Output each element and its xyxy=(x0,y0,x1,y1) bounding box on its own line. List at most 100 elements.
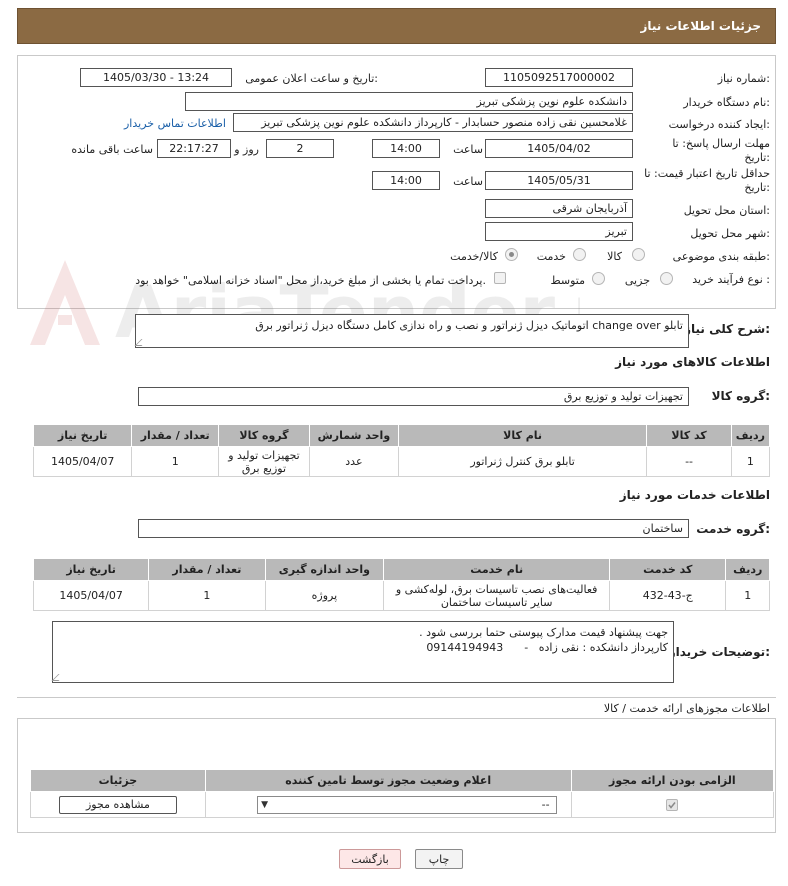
col-measure-unit: واحد اندازه گیری xyxy=(264,558,385,581)
category-label: طبقه بندی موضوعی: xyxy=(672,250,770,263)
services-group-label: گروه خدمت: xyxy=(696,522,770,536)
cell-permit-details: مشاهده مجوز xyxy=(30,791,206,818)
col-quantity: تعداد / مقدار xyxy=(148,558,266,581)
permit-status-value: -- xyxy=(541,798,550,811)
cell-goods-code: -- xyxy=(646,446,732,477)
goods-section-title: اطلاعات کالاهای مورد نیاز xyxy=(615,355,770,369)
chevron-down-icon: ▼ xyxy=(261,799,269,810)
buyer-notes-line-1: جهت پیشنهاد قیمت مدارک پیوستی حتما بررسی… xyxy=(419,626,668,639)
deadline-time-field[interactable]: 14:00 xyxy=(372,139,440,158)
days-label: روز و xyxy=(234,143,259,156)
services-section-title: اطلاعات خدمات مورد نیاز xyxy=(619,488,770,502)
col-goods-group: گروه کالا xyxy=(218,424,310,447)
category-goods-radio[interactable] xyxy=(632,248,645,261)
resize-grip-icon[interactable] xyxy=(51,674,66,681)
validity-time-label: ساعت xyxy=(453,175,483,188)
permit-required-checkbox[interactable] xyxy=(666,799,679,811)
col-row: ردیف xyxy=(725,558,770,581)
process-medium-radio[interactable] xyxy=(592,272,605,285)
category-service-label: خدمت xyxy=(536,250,566,263)
validity-label: حداقل تاریخ اعتبار قیمت: تا تاریخ: xyxy=(644,167,770,194)
process-label: نوع فرآیند خرید : xyxy=(692,273,770,286)
cell-goods-name: تابلو برق کنترل ژنراتور xyxy=(397,446,648,477)
category-both-radio[interactable] xyxy=(505,248,518,261)
city-field[interactable]: تبریز xyxy=(485,222,633,241)
cell-service-code: ج-43-432 xyxy=(609,580,727,611)
cell-need-date: 1405/04/07 xyxy=(32,446,133,477)
city-label: شهر محل تحویل: xyxy=(690,227,770,240)
services-table-header: ردیف کد خدمت نام خدمت واحد اندازه گیری ت… xyxy=(32,558,770,581)
check-icon xyxy=(668,802,676,809)
days-field[interactable]: 2 xyxy=(266,139,334,158)
buyer-notes-line-2: کارپرداز دانشکده : نقی زاده - 0914419494… xyxy=(426,641,668,654)
goods-group-label: گروه کالا: xyxy=(711,389,770,403)
category-goods-label: کالا xyxy=(607,250,622,263)
deadline-date-field[interactable]: 1405/04/02 xyxy=(485,139,633,158)
permits-section-title: اطلاعات مجوزهای ارائه خدمت / کالا xyxy=(603,702,770,715)
table-row: 1 ج-43-432 فعالیت‌های نصب تاسیسات برق، ل… xyxy=(32,580,770,611)
col-need-date: تاریخ نیاز xyxy=(32,558,150,581)
description-textarea[interactable]: تابلو change over اتوماتیک دیزل ژنراتور … xyxy=(134,314,689,348)
remaining-time-label: ساعت باقی مانده xyxy=(71,143,153,156)
announce-date-label: تاریخ و ساعت اعلان عمومی: xyxy=(245,72,378,85)
cell-goods-group: تجهیزات تولید و توزیع برق xyxy=(218,446,310,477)
view-permit-button[interactable]: مشاهده مجوز xyxy=(58,795,177,814)
cell-quantity: 1 xyxy=(131,446,220,477)
section-divider xyxy=(17,697,776,698)
buyer-org-field[interactable]: دانشکده علوم نوین پزشکی تبریز xyxy=(185,92,633,111)
print-button[interactable]: چاپ xyxy=(415,849,463,869)
col-permit-required: الزامی بودن ارائه مجوز xyxy=(570,769,775,792)
announce-date-field[interactable]: 1405/03/30 - 13:24 xyxy=(80,68,232,87)
cell-service-name: فعالیت‌های نصب تاسیسات برق، لوله‌کشی و س… xyxy=(383,580,611,611)
goods-group-field[interactable]: تجهیزات تولید و توزیع برق xyxy=(138,387,689,406)
deadline-time-label: ساعت xyxy=(453,143,483,156)
buyer-notes-textarea[interactable]: جهت پیشنهاد قیمت مدارک پیوستی حتما بررسی… xyxy=(51,621,674,683)
cell-need-date: 1405/04/07 xyxy=(32,580,150,611)
cell-row: 1 xyxy=(725,580,770,611)
process-medium-label: متوسط xyxy=(550,274,585,287)
permits-table: الزامی بودن ارائه مجوز اعلام وضعیت مجوز … xyxy=(30,769,775,818)
cell-quantity: 1 xyxy=(148,580,266,611)
cell-unit: عدد xyxy=(308,446,399,477)
process-minor-label: جزیی xyxy=(624,274,650,287)
col-goods-code: کد کالا xyxy=(646,424,732,447)
process-minor-radio[interactable] xyxy=(660,272,673,285)
cell-permit-status: ▼ -- xyxy=(204,791,572,818)
description-label: شرح کلی نیاز: xyxy=(684,322,770,336)
category-both-label: کالا/خدمت xyxy=(450,250,498,263)
services-group-field[interactable]: ساختمان xyxy=(138,519,689,538)
table-row: ▼ -- مشاهده مجوز xyxy=(30,791,775,818)
col-unit: واحد شمارش xyxy=(308,424,399,447)
back-button[interactable]: بازگشت xyxy=(339,849,401,869)
col-permit-status: اعلام وضعیت مجوز توسط تامین کننده xyxy=(204,769,572,792)
col-service-name: نام خدمت xyxy=(383,558,611,581)
col-service-code: کد خدمت xyxy=(609,558,727,581)
province-label: استان محل تحویل: xyxy=(683,204,770,217)
category-service-radio[interactable] xyxy=(573,248,586,261)
deadline-label: مهلت ارسال پاسخ: تا تاریخ: xyxy=(672,137,770,164)
col-permit-details: جزئیات xyxy=(30,769,206,792)
buyer-org-label: نام دستگاه خریدار: xyxy=(683,96,770,109)
col-quantity: تعداد / مقدار xyxy=(131,424,220,447)
creator-label: ایجاد کننده درخواست: xyxy=(668,118,770,131)
treasury-payment-note: پرداخت تمام یا بخشی از مبلغ خرید،از محل … xyxy=(135,274,486,287)
province-field[interactable]: آذربایجان شرقی xyxy=(485,199,633,218)
need-number-field[interactable]: 1105092517000002 xyxy=(485,68,633,87)
resize-grip-icon[interactable] xyxy=(134,339,149,346)
cell-permit-required xyxy=(570,791,775,818)
permit-status-select[interactable]: ▼ -- xyxy=(256,795,557,814)
buyer-contact-link[interactable]: اطلاعات تماس خریدار xyxy=(124,117,226,130)
window-title: جزئیات اطلاعات نیاز xyxy=(640,19,761,33)
remaining-time-field[interactable]: 22:17:27 xyxy=(157,139,231,158)
buyer-notes-label: توضیحات خریدار: xyxy=(668,645,770,659)
validity-date-field[interactable]: 1405/05/31 xyxy=(485,171,633,190)
col-row: ردیف xyxy=(730,424,771,447)
need-number-label: شماره نیاز: xyxy=(717,72,770,85)
validity-time-field[interactable]: 14:00 xyxy=(372,171,440,190)
cell-row: 1 xyxy=(730,446,771,477)
treasury-payment-checkbox[interactable] xyxy=(494,272,506,284)
creator-field[interactable]: غلامحسین نقی زاده منصور حسابدار - کارپرد… xyxy=(233,113,633,132)
description-text: تابلو change over اتوماتیک دیزل ژنراتور … xyxy=(255,319,683,332)
goods-table: ردیف کد کالا نام کالا واحد شمارش گروه کا… xyxy=(32,424,771,477)
services-table: ردیف کد خدمت نام خدمت واحد اندازه گیری ت… xyxy=(32,558,770,611)
